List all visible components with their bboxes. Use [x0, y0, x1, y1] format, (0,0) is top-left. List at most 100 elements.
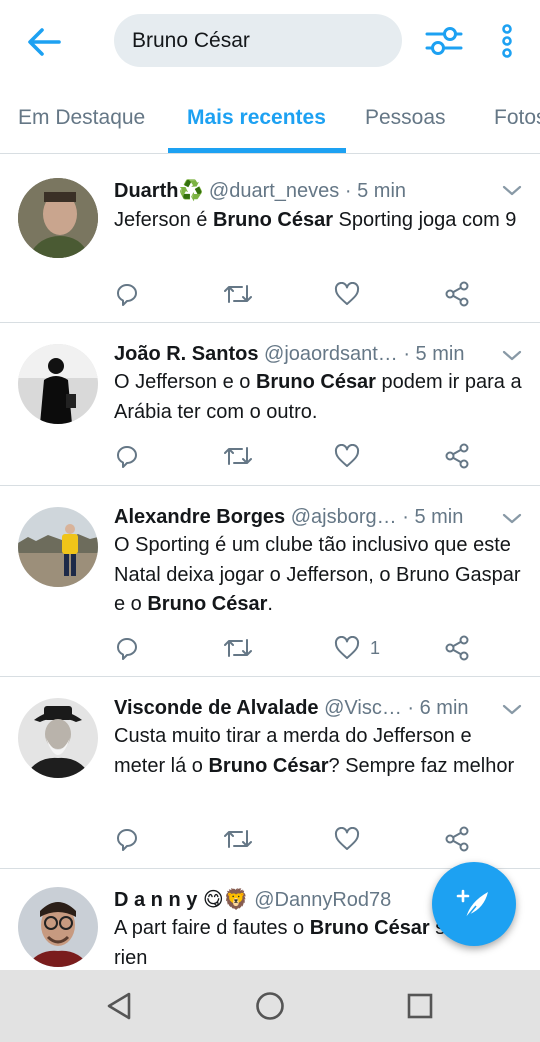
nav-back-button[interactable] — [98, 984, 142, 1028]
retweet-icon — [224, 285, 252, 303]
tweet[interactable]: Visconde de Alvalade @Visc… · 6 min Cust… — [0, 677, 540, 869]
heart-icon — [334, 827, 360, 850]
tweet[interactable]: Alexandre Borges @ajsborg… · 5 min O Spo… — [0, 486, 540, 677]
author-handle: @Visc… — [324, 697, 402, 719]
reply-icon — [117, 284, 137, 306]
avatar-image — [18, 507, 98, 587]
heart-icon — [334, 636, 360, 659]
reply-button[interactable] — [114, 441, 140, 471]
tweet-header: Duarth♻️ @duart_neves · 5 min — [114, 177, 488, 205]
author-name[interactable]: D a n n y — [114, 889, 197, 911]
retweet-icon — [224, 830, 252, 848]
tweet-text: Jeferson é Bruno César Sporting joga com… — [114, 209, 517, 231]
share-icon — [445, 826, 469, 852]
retweet-icon — [224, 639, 252, 657]
author-name[interactable]: Visconde de Alvalade — [114, 697, 319, 719]
tab-top[interactable]: Em Destaque — [18, 82, 145, 153]
reply-button[interactable] — [114, 824, 140, 854]
tweet-time: 6 min — [419, 697, 469, 719]
separator-dot: · — [407, 697, 415, 719]
author-name[interactable]: Alexandre Borges — [114, 506, 285, 528]
nav-home-button[interactable] — [248, 984, 292, 1028]
share-button[interactable] — [444, 824, 470, 854]
share-icon — [445, 281, 469, 307]
retweet-button[interactable] — [224, 279, 252, 309]
tweet[interactable]: Duarth♻️ @duart_neves · 5 min Jeferson é… — [0, 155, 540, 323]
author-name[interactable]: João R. Santos — [114, 343, 258, 365]
tweet-time: 5 min — [357, 180, 407, 202]
chevron-down-icon[interactable] — [500, 698, 524, 722]
share-icon — [445, 443, 469, 469]
author-name[interactable]: Duarth — [114, 180, 178, 202]
like-count: 1 — [370, 637, 381, 658]
like-button[interactable] — [334, 279, 370, 309]
search-query: Bruno César — [132, 28, 250, 52]
avatar-image — [18, 178, 98, 258]
top-app-bar: Bruno César — [0, 0, 540, 82]
author-emoji: ♻️ — [178, 180, 204, 202]
separator-dot: · — [403, 343, 410, 365]
avatar[interactable] — [18, 344, 98, 424]
separator-dot: · — [344, 180, 352, 202]
reply-icon — [117, 829, 137, 851]
like-button[interactable] — [334, 441, 370, 471]
search-tabs: Em Destaque Mais recentes Pessoas Fotos — [0, 82, 540, 154]
author-handle: @DannyRod78 — [254, 889, 392, 911]
tweet-text: O Jefferson e o Bruno César podem ir par… — [114, 371, 522, 423]
avatar-image — [18, 344, 98, 424]
chevron-down-icon[interactable] — [500, 344, 524, 368]
heart-icon — [334, 282, 360, 305]
active-tab-indicator — [168, 148, 346, 153]
sliders-icon — [425, 27, 463, 55]
compose-tweet-button[interactable] — [432, 862, 516, 946]
tab-latest[interactable]: Mais recentes — [187, 82, 326, 153]
tweet-feed[interactable]: Duarth♻️ @duart_neves · 5 min Jeferson é… — [0, 155, 540, 970]
share-icon — [445, 635, 469, 661]
more-vertical-icon — [502, 24, 512, 58]
share-button[interactable] — [444, 633, 470, 663]
back-button[interactable] — [22, 22, 66, 62]
circle-home-icon — [256, 992, 284, 1020]
tweet[interactable]: João R. Santos @joaordsant… · 5 min O Je… — [0, 323, 540, 486]
chevron-down-icon[interactable] — [500, 507, 524, 531]
tweet-actions: 1 — [114, 633, 484, 663]
tweet-text: O Sporting é um clube tão inclusivo que … — [114, 534, 521, 615]
nav-recents-button[interactable] — [398, 984, 442, 1028]
search-filter-button[interactable] — [421, 20, 467, 62]
heart-icon — [334, 444, 360, 467]
like-button[interactable]: 1 — [334, 633, 380, 663]
author-handle: @joaordsant… — [264, 343, 398, 365]
reply-icon — [117, 446, 137, 468]
retweet-button[interactable] — [224, 633, 252, 663]
triangle-back-icon — [107, 992, 131, 1020]
system-navigation-bar — [0, 970, 540, 1042]
avatar[interactable] — [18, 507, 98, 587]
tweet-actions — [114, 441, 484, 471]
avatar-image — [18, 698, 98, 778]
avatar[interactable] — [18, 178, 98, 258]
tweet-header: João R. Santos @joaordsant… · 5 min — [114, 340, 488, 368]
retweet-button[interactable] — [224, 824, 252, 854]
tweet-actions — [114, 824, 484, 854]
tab-photos[interactable]: Fotos — [494, 82, 540, 153]
chevron-down-icon[interactable] — [500, 179, 524, 203]
retweet-icon — [224, 447, 252, 465]
retweet-button[interactable] — [224, 441, 252, 471]
avatar[interactable] — [18, 698, 98, 778]
square-recents-icon — [407, 993, 433, 1019]
search-input[interactable]: Bruno César — [114, 14, 402, 67]
avatar[interactable] — [18, 887, 98, 967]
tweet-time: 5 min — [414, 506, 464, 528]
arrow-left-icon — [28, 28, 61, 56]
reply-button[interactable] — [114, 279, 140, 309]
author-handle: @ajsborg… — [290, 506, 397, 528]
like-button[interactable] — [334, 824, 370, 854]
reply-button[interactable] — [114, 633, 140, 663]
compose-feather-icon — [456, 889, 488, 919]
more-options-button[interactable] — [492, 20, 522, 62]
share-button[interactable] — [444, 279, 470, 309]
share-button[interactable] — [444, 441, 470, 471]
reply-icon — [117, 638, 137, 660]
tab-people[interactable]: Pessoas — [365, 82, 446, 153]
tweet-time: 5 min — [415, 343, 465, 365]
